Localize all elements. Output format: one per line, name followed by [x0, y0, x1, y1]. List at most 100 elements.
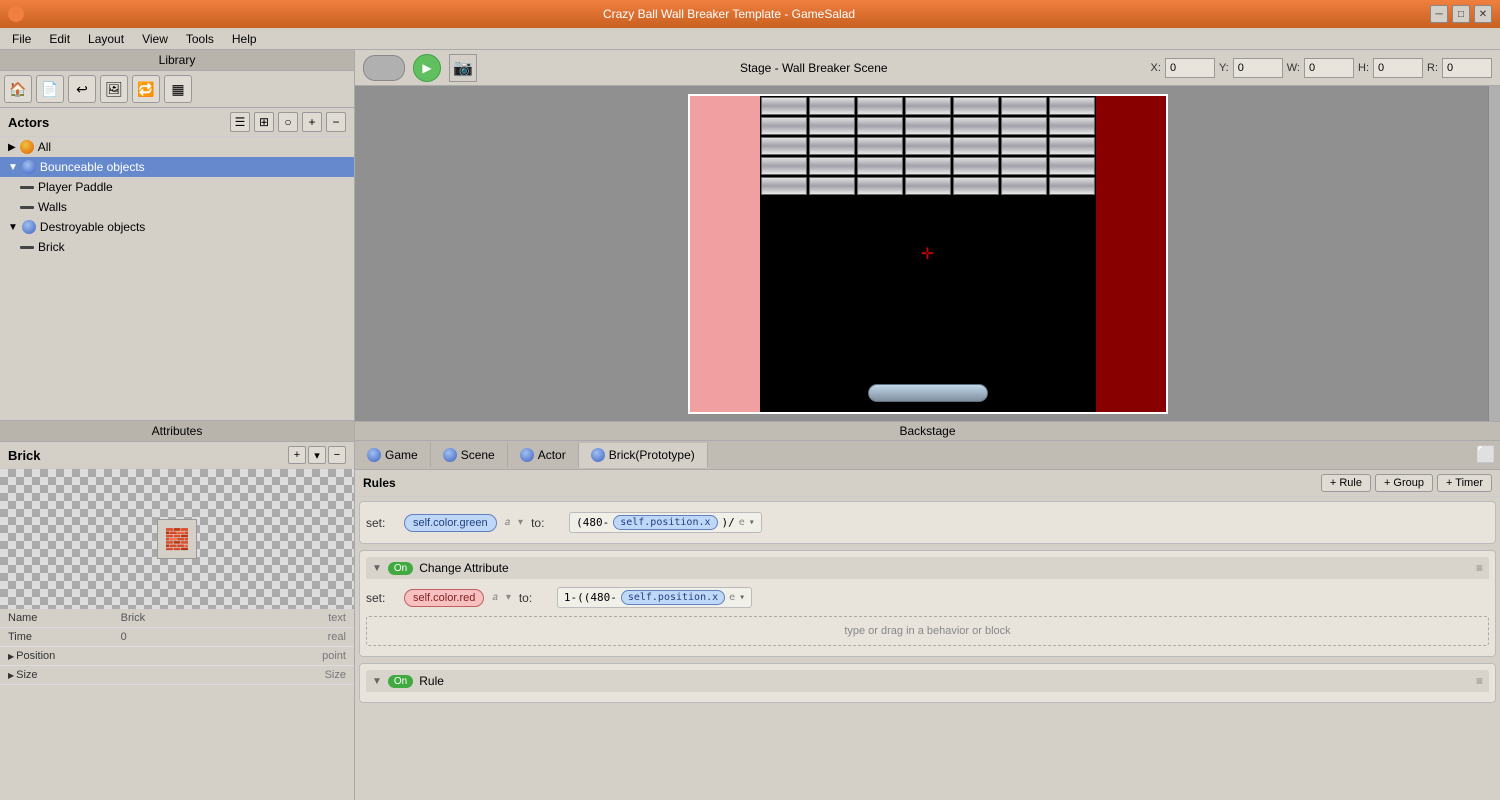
toolbar-undo-button[interactable]: ↩ [68, 75, 96, 103]
brick-cell [1049, 157, 1095, 175]
expr-2[interactable]: 1-((480- self.position.x e ▾ [557, 587, 752, 608]
brick-cell [761, 137, 807, 155]
menu-tools[interactable]: Tools [178, 30, 222, 48]
bounceable-icon [22, 160, 36, 174]
attr-row-name[interactable]: Name Brick text [0, 609, 354, 628]
attr-row-time[interactable]: Time 0 real [0, 628, 354, 647]
stage-nav-button[interactable] [363, 55, 405, 81]
maximize-button[interactable]: □ [1452, 5, 1470, 23]
attr-row-position[interactable]: ▶Position point [0, 647, 354, 666]
drop-zone[interactable]: type or drag in a behavior or block [366, 616, 1489, 646]
brick-title-bar: Brick + ▾ − [0, 442, 354, 469]
actor-row-walls[interactable]: Walls [0, 197, 354, 217]
brick-name-label: Brick [8, 448, 41, 463]
tab-actor[interactable]: Actor [508, 443, 579, 467]
actor-row-bounceable[interactable]: ▼ Bounceable objects [0, 157, 354, 177]
rules-area-expand-button[interactable]: ⬜ [1472, 441, 1500, 469]
expr-chip-1[interactable]: self.position.x [613, 515, 717, 530]
x-input[interactable] [1165, 58, 1215, 78]
actors-remove-button[interactable]: − [326, 112, 346, 132]
attr-type-time: real [233, 631, 346, 643]
w-input[interactable] [1304, 58, 1354, 78]
brick-cell [953, 117, 999, 135]
expr-dropdown-2[interactable]: ▾ [739, 592, 745, 603]
tab-scene[interactable]: Scene [431, 443, 508, 467]
attr-chip-green[interactable]: self.color.green [404, 514, 497, 532]
stage-wall-left [690, 96, 760, 412]
actors-grid-view-button[interactable]: ⊞ [254, 112, 274, 132]
attr-chip-red[interactable]: self.color.red [404, 589, 484, 607]
tab-scene-icon [443, 448, 457, 462]
expr-chip-2[interactable]: self.position.x [621, 590, 725, 605]
expr-1[interactable]: (480- self.position.x )/ e ▾ [569, 512, 762, 533]
brick-row-3 [760, 136, 1096, 156]
add-rule-button[interactable]: + Rule [1321, 474, 1371, 492]
brick-add-button[interactable]: + [288, 446, 306, 464]
brick-cell [809, 177, 855, 195]
menu-view[interactable]: View [134, 30, 176, 48]
actors-add-button[interactable]: + [302, 112, 322, 132]
brick-cell [809, 137, 855, 155]
toolbar-grid-button[interactable]: ▦ [164, 75, 192, 103]
stage-wall-right [1096, 96, 1166, 412]
toolbar-refresh-button[interactable]: 🔁 [132, 75, 160, 103]
brick-cell [1049, 97, 1095, 115]
actor-row-destroyable[interactable]: ▼ Destroyable objects [0, 217, 354, 237]
menu-edit[interactable]: Edit [41, 30, 78, 48]
toolbar-doc-button[interactable]: 📄 [36, 75, 64, 103]
brick-row-4 [760, 156, 1096, 176]
add-timer-button[interactable]: + Timer [1437, 474, 1492, 492]
tab-game[interactable]: Game [355, 443, 431, 467]
actor-row-brick[interactable]: Brick [0, 237, 354, 257]
brick-cell [953, 137, 999, 155]
tab-game-icon [367, 448, 381, 462]
minimize-button[interactable]: ─ [1430, 5, 1448, 23]
actors-list-view-button[interactable]: ☰ [230, 112, 250, 132]
h-label: H: [1358, 62, 1369, 74]
brick-cell [761, 117, 807, 135]
ca-menu-icon[interactable]: ≡ [1476, 561, 1483, 575]
menu-file[interactable]: File [4, 30, 39, 48]
menu-help[interactable]: Help [224, 30, 265, 48]
toolbar-image-button[interactable]: 🖼 [100, 75, 128, 103]
set-label-2: set: [366, 591, 396, 605]
expr-text-1: (480- [576, 516, 609, 529]
tab-brick-prototype[interactable]: Brick(Prototype) [579, 443, 708, 468]
h-input[interactable] [1373, 58, 1423, 78]
all-expand-arrow: ▶ [8, 142, 16, 153]
expr-dropdown-1[interactable]: ▾ [749, 517, 755, 528]
toolbar-home-button[interactable]: 🏠 [4, 75, 32, 103]
attr-row-size[interactable]: ▶Size Size [0, 666, 354, 685]
add-group-button[interactable]: + Group [1375, 474, 1433, 492]
play-button[interactable]: ▶ [413, 54, 441, 82]
attr-type-size: Size [233, 669, 346, 681]
actor-row-all[interactable]: ▶ All [0, 137, 354, 157]
on-badge: On [388, 562, 413, 575]
r-input[interactable] [1442, 58, 1492, 78]
brick-cell [761, 97, 807, 115]
brick-remove-button[interactable]: − [328, 446, 346, 464]
titlebar: Crazy Ball Wall Breaker Template - GameS… [0, 0, 1500, 28]
close-button[interactable]: ✕ [1474, 5, 1492, 23]
attr-dropdown-2[interactable]: ▾ [506, 592, 511, 603]
actor-row-player-paddle[interactable]: Player Paddle [0, 177, 354, 197]
actors-search-button[interactable]: ○ [278, 112, 298, 132]
rule-block-change-attr: ▼ On Change Attribute ≡ set: self.color.… [359, 550, 1496, 657]
stage-scrollbar[interactable] [1488, 86, 1500, 421]
brick-cell [857, 157, 903, 175]
set-label-1: set: [366, 516, 396, 530]
brick-cell [1049, 177, 1095, 195]
toolbar: 🏠 📄 ↩ 🖼 🔁 ▦ [0, 71, 354, 108]
attr-dropdown-1[interactable]: ▾ [518, 517, 523, 528]
ca-expand-arrow[interactable]: ▼ [372, 563, 382, 574]
brick-cell [761, 157, 807, 175]
rule3-expand-arrow[interactable]: ▼ [372, 676, 382, 687]
brick-add-dropdown-button[interactable]: ▾ [308, 446, 326, 464]
brick-cell [953, 97, 999, 115]
rule3-menu-icon[interactable]: ≡ [1476, 674, 1483, 688]
brick-cell [905, 177, 951, 195]
right-area: ▶ 📷 Stage - Wall Breaker Scene X: Y: W: … [355, 50, 1500, 800]
camera-button[interactable]: 📷 [449, 54, 477, 82]
y-input[interactable] [1233, 58, 1283, 78]
menu-layout[interactable]: Layout [80, 30, 132, 48]
